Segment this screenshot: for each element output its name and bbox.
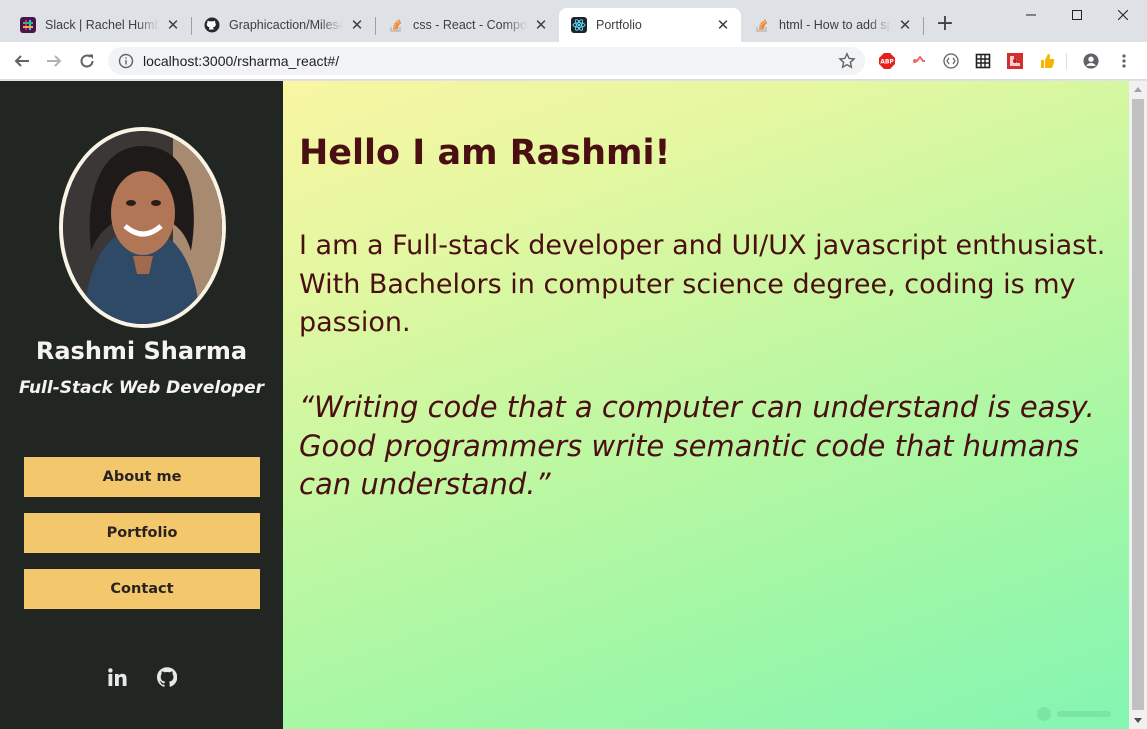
page-scrollbar[interactable] <box>1129 81 1147 729</box>
maximize-icon <box>1072 10 1082 20</box>
scrollbar-thumb[interactable] <box>1132 99 1144 710</box>
tab-separator <box>923 17 924 35</box>
tab-stackoverflow-css[interactable]: css - React - Compone ✕ <box>376 8 559 42</box>
cast-icon[interactable] <box>911 53 927 69</box>
profile-photo <box>59 127 226 328</box>
close-icon[interactable]: ✕ <box>533 16 549 34</box>
toolbar-separator <box>1066 53 1067 69</box>
sidebar: Rashmi Sharma Full-Stack Web Developer A… <box>0 81 283 729</box>
scroll-down-arrow-icon[interactable] <box>1129 712 1147 729</box>
back-arrow-icon <box>14 55 29 67</box>
bookmark-star-icon[interactable] <box>838 52 856 70</box>
tab-github[interactable]: Graphicaction/Miles4S ✕ <box>192 8 375 42</box>
watermark-logo <box>1037 707 1111 721</box>
main-content: Hello I am Rashmi! I am a Full-stack dev… <box>283 81 1129 729</box>
tab-portfolio[interactable]: Portfolio ✕ <box>559 8 741 42</box>
profile-avatar-icon[interactable] <box>1083 53 1099 69</box>
adblock-plus-icon[interactable]: ABP <box>879 53 895 69</box>
code-icon[interactable] <box>943 53 959 69</box>
react-icon <box>571 17 587 33</box>
close-icon[interactable]: ✕ <box>897 16 913 34</box>
intro-text: I am a Full-stack developer and UI/UX ja… <box>299 230 1106 338</box>
slack-icon <box>20 17 36 33</box>
quote-text: “Writing code that a computer can unders… <box>299 390 1095 501</box>
tab-strip: Slack | Rachel Humble ✕ Graphicaction/Mi… <box>0 0 1147 42</box>
tab-stackoverflow-html[interactable]: html - How to add spa ✕ <box>742 8 923 42</box>
stackoverflow-icon <box>388 17 404 33</box>
stackoverflow-icon <box>754 17 770 33</box>
tab-title: css - React - Compone <box>413 18 527 32</box>
profile-role: Full-Stack Web Developer <box>18 378 265 398</box>
github-icon[interactable] <box>156 666 178 688</box>
contact-button[interactable]: Contact <box>24 569 260 609</box>
address-bar[interactable]: localhost:3000/rsharma_react#/ <box>108 47 865 75</box>
maximize-button[interactable] <box>1054 0 1100 30</box>
scroll-up-arrow-icon[interactable] <box>1129 81 1147 98</box>
tab-title: Portfolio <box>596 18 642 32</box>
url-text[interactable]: localhost:3000/rsharma_react#/ <box>143 53 339 69</box>
tab-title: Graphicaction/Miles4S <box>229 18 343 32</box>
grid-icon[interactable] <box>975 53 991 69</box>
forward-arrow-icon <box>47 55 62 67</box>
close-icon <box>1118 10 1128 20</box>
greeting-heading: Hello I am Rashmi! <box>299 133 671 173</box>
close-icon[interactable]: ✕ <box>165 16 181 34</box>
reload-button[interactable] <box>75 49 99 73</box>
github-icon <box>204 17 220 33</box>
thumbs-up-icon[interactable] <box>1039 53 1055 69</box>
close-icon[interactable]: ✕ <box>715 16 731 34</box>
tab-slack[interactable]: Slack | Rachel Humble ✕ <box>8 8 191 42</box>
about-me-button[interactable]: About me <box>24 457 260 497</box>
puzzle-icon[interactable] <box>1007 53 1023 69</box>
svg-text:ABP: ABP <box>880 59 894 66</box>
info-icon[interactable] <box>118 53 134 69</box>
menu-kebab-icon[interactable] <box>1116 53 1132 69</box>
browser-toolbar: localhost:3000/rsharma_react#/ ABP <box>0 42 1147 80</box>
tab-title: Slack | Rachel Humble <box>45 18 159 32</box>
reload-icon <box>80 54 94 68</box>
new-tab-button[interactable]: + <box>934 13 956 36</box>
window-close-button[interactable] <box>1100 0 1146 30</box>
portfolio-button[interactable]: Portfolio <box>24 513 260 553</box>
forward-button[interactable] <box>42 49 66 73</box>
page-viewport: Rashmi Sharma Full-Stack Web Developer A… <box>0 81 1147 729</box>
linkedin-icon[interactable] <box>106 666 128 688</box>
close-icon[interactable]: ✕ <box>349 16 365 34</box>
tab-title: html - How to add spa <box>779 18 891 32</box>
minimize-button[interactable] <box>1008 0 1054 30</box>
minimize-icon <box>1026 14 1036 16</box>
back-button[interactable] <box>10 49 34 73</box>
profile-name: Rashmi Sharma <box>35 337 248 365</box>
